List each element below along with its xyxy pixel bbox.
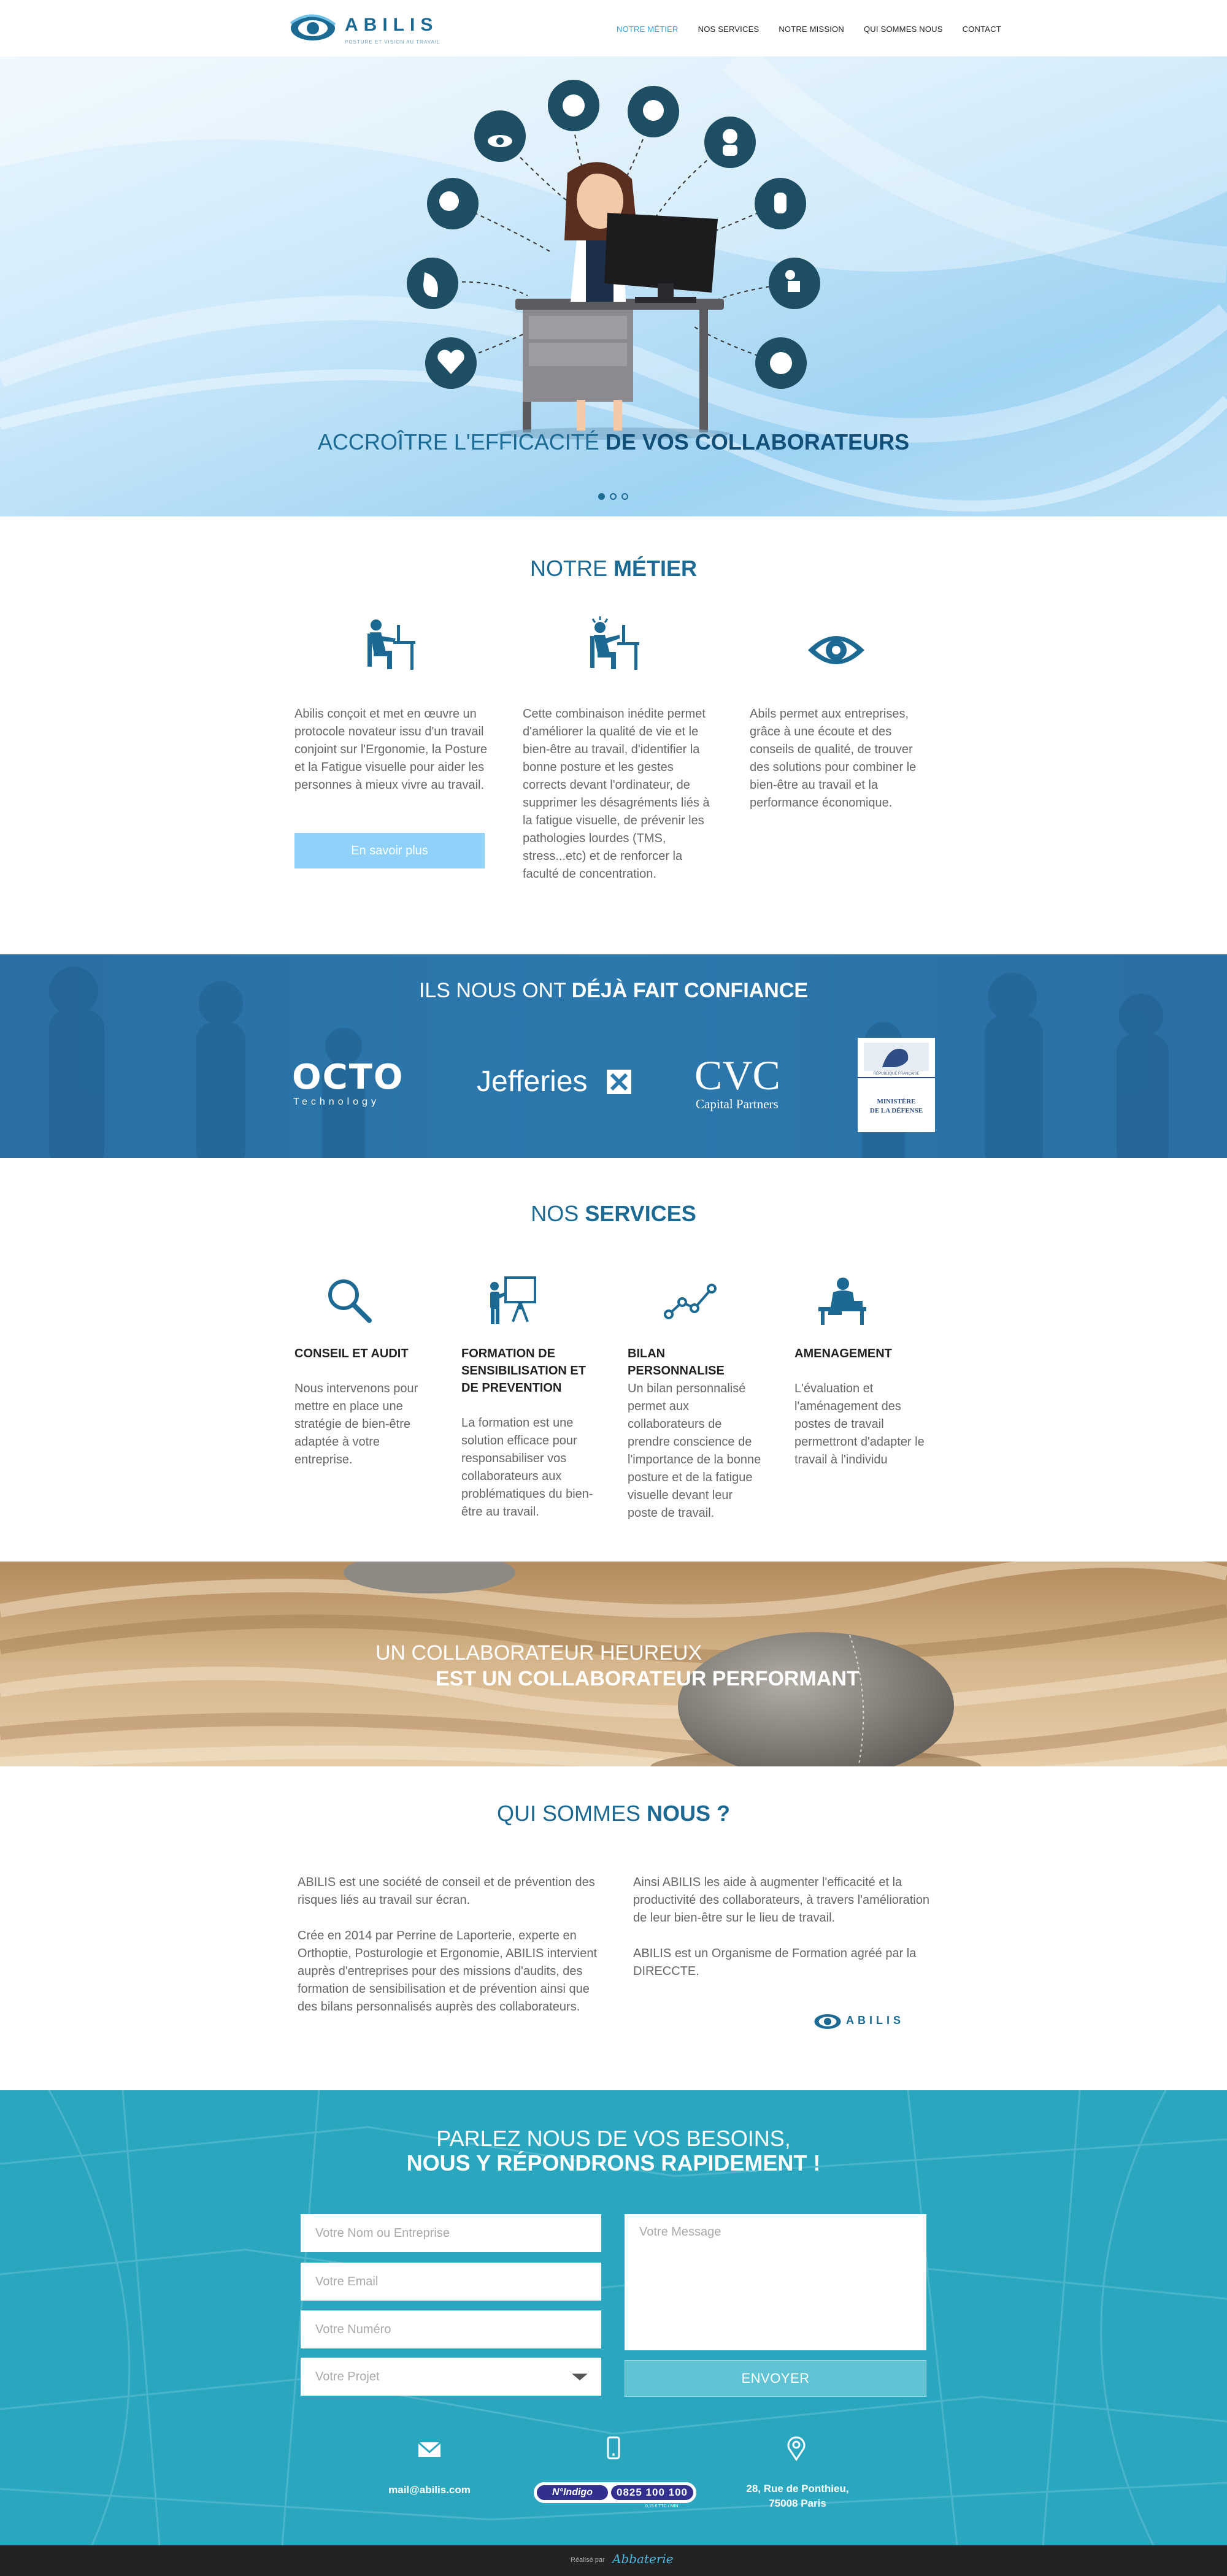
email-input[interactable] — [301, 2263, 601, 2301]
qui-paragraph: ABILIS est un Organisme de Formation agr… — [633, 1947, 917, 1978]
ministere-defense-logo: RÉPUBLIQUE FRANÇAISE MINISTÈRE DE LA DÉF… — [858, 1038, 935, 1132]
main-nav: NOTRE MÉTIER NOS SERVICES NOTRE MISSION … — [617, 25, 1001, 37]
banner-line-1: UN COLLABORATEUR HEUREUX — [375, 1641, 702, 1665]
service-heading-3: BILAN PERSONNALISE — [628, 1347, 725, 1378]
metier-text-1: Abilis conçoit et met en œuvre un protoc… — [294, 707, 487, 792]
line-graph-icon — [664, 1284, 717, 1319]
agency-logo[interactable]: Abbaterie — [612, 2551, 674, 2566]
zen-banner: UN COLLABORATEUR HEUREUX EST UN COLLABOR… — [0, 1562, 1227, 1766]
qui-sommes-nous-title: QUI SOMMES NOUS ? — [496, 1801, 731, 1826]
send-button[interactable]: ENVOYER — [625, 2360, 926, 2397]
site-header: ABILIS POSTURE ET VISION AU TRAVAIL NOTR… — [0, 0, 1227, 56]
octo-logo: OCTO Technology — [292, 1057, 404, 1107]
magnifier-icon — [328, 1279, 372, 1323]
contact-section: PARLEZ NOUS DE VOS BESOINS, NOUS Y RÉPON… — [0, 2090, 1227, 2545]
metier-text-2: Cette combinaison inédite permet d'améli… — [523, 707, 710, 881]
nav-qui-sommes-nous[interactable]: QUI SOMMES NOUS — [864, 25, 943, 37]
banner-line-2: EST UN COLLABORATEUR PERFORMANT — [436, 1667, 860, 1690]
slider-dots — [598, 493, 628, 500]
service-heading-1: CONSEIL ET AUDIT — [294, 1347, 409, 1360]
qui-right-column: Ainsi ABILIS les aide à augmenter l'effi… — [633, 1874, 934, 1998]
slider-dot-3[interactable] — [621, 493, 628, 500]
site-footer: Réalisé par Abbaterie — [0, 2545, 1227, 2576]
project-select[interactable]: Votre Projet — [301, 2358, 601, 2396]
nav-contact[interactable]: CONTACT — [963, 25, 1001, 37]
eye-logo-icon — [814, 2014, 841, 2029]
hero-title: ACCROÎTRE L'EFFICACITÉ DE VOS COLLABORAT… — [317, 429, 910, 454]
address-line-2: 75008 Paris — [769, 2497, 826, 2509]
clients-title: ILS NOUS ONT DÉJÀ FAIT CONFIANCE — [418, 979, 809, 1002]
clients-section: ILS NOUS ONT DÉJÀ FAIT CONFIANCE OCTO Te… — [0, 954, 1227, 1158]
qui-paragraph: Crée en 2014 par Perrine de Laporterie, … — [298, 1929, 598, 2014]
logo-tagline: POSTURE ET VISION AU TRAVAIL — [345, 39, 440, 45]
nav-nos-services[interactable]: NOS SERVICES — [698, 25, 760, 37]
abilis-logo-small: ABILIS — [813, 2009, 923, 2036]
service-heading-2: FORMATION DE SENSIBILISATION ET DE PREVE… — [461, 1347, 586, 1395]
indigo-rate: 0,15 € TTC / MIN — [645, 2504, 679, 2509]
envelope-icon — [418, 2441, 441, 2457]
eye-logo-icon — [290, 14, 336, 40]
footer-credit: Réalisé par — [571, 2556, 605, 2564]
metier-title: NOTRE MÉTIER — [529, 556, 698, 581]
contact-email[interactable]: mail@abilis.com — [368, 2483, 491, 2497]
nav-notre-metier[interactable]: NOTRE MÉTIER — [617, 25, 679, 37]
abilis-logo[interactable]: ABILIS POSTURE ET VISION AU TRAVAIL — [288, 7, 442, 50]
contact-title-1: PARLEZ NOUS DE VOS BESOINS, — [436, 2126, 791, 2151]
service-heading-4: AMENAGEMENT — [794, 1347, 892, 1360]
qui-paragraph: Ainsi ABILIS les aide à augmenter l'effi… — [633, 1876, 929, 1925]
metier-text-3: Abils permet aux entreprises, grâce à un… — [750, 707, 917, 810]
qui-paragraph: ABILIS est une société de conseil et de … — [298, 1876, 595, 1907]
project-select-value: Votre Projet — [315, 2370, 380, 2383]
name-input[interactable] — [301, 2214, 601, 2252]
desk-worker-icon — [818, 1278, 866, 1325]
office-worker-icon — [367, 619, 415, 670]
service-text-4: L'évaluation et l'aménagement des postes… — [794, 1382, 925, 1466]
indigo-phone-badge[interactable]: N°Indigo 0825 100 100 — [534, 2482, 696, 2503]
contact-title-2: NOUS Y RÉPONDRONS RAPIDEMENT ! — [406, 2150, 821, 2175]
logo-text: ABILIS — [345, 15, 439, 35]
en-savoir-plus-button[interactable]: En savoir plus — [294, 833, 485, 868]
service-text-2: La formation est une solution efficace p… — [461, 1416, 593, 1519]
address-line-1: 28, Rue de Ponthieu, — [746, 2483, 849, 2494]
service-text-3: Un bilan personnalisé permet aux collabo… — [628, 1382, 761, 1520]
indigo-label: N°Indigo — [537, 2485, 608, 2500]
stressed-worker-icon — [590, 616, 639, 670]
service-text-1: Nous intervenons pour mettre en place un… — [294, 1382, 418, 1466]
qui-left-column: ABILIS est une société de conseil et de … — [298, 1874, 607, 2034]
jefferies-emblem-icon — [607, 1070, 631, 1094]
phone-icon — [607, 2436, 620, 2459]
indigo-number: 0825 100 100 — [611, 2485, 693, 2500]
services-title: NOS SERVICES — [531, 1201, 696, 1226]
location-pin-icon — [787, 2436, 806, 2461]
cvc-logo: CVC Capital Partners — [694, 1052, 780, 1111]
slider-dot-1[interactable] — [598, 493, 605, 500]
message-textarea[interactable] — [625, 2214, 926, 2350]
eye-icon — [808, 636, 864, 664]
phone-input[interactable] — [301, 2310, 601, 2348]
presentation-board-icon — [490, 1276, 536, 1324]
slider-dot-2[interactable] — [610, 493, 617, 500]
chevron-down-icon — [572, 2374, 588, 2380]
nav-notre-mission[interactable]: NOTRE MISSION — [779, 25, 844, 37]
hero-slider: ACCROÎTRE L'EFFICACITÉ DE VOS COLLABORAT… — [0, 56, 1227, 516]
jefferies-logo: Jefferies — [477, 1065, 636, 1102]
